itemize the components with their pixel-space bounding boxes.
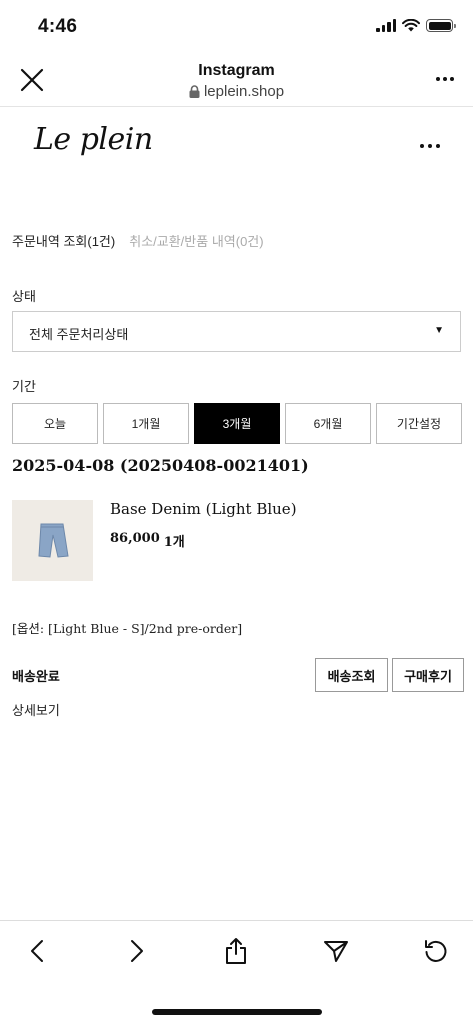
lock-icon [189,85,200,98]
status-time: 4:46 [38,16,78,37]
share-icon [226,938,246,964]
order-date[interactable]: 2025-04-08 (20250408-0021401) [12,456,309,475]
product-name[interactable]: Base Denim (Light Blue) [110,500,297,518]
period-3month-button[interactable]: 3개월 [194,403,280,444]
site-menu-button[interactable] [419,136,441,149]
browser-url: leplein.shop [110,83,363,100]
order-tabs: 주문내역 조회(1건) 취소/교환/반품 내역(0건) [12,231,264,250]
period-today-button[interactable]: 오늘 [12,403,98,444]
more-icon [436,77,454,81]
product-price-row: 86,000 1개 [110,531,185,550]
wifi-icon [402,19,420,32]
product-price: 86,000 [110,531,160,546]
product-image[interactable] [12,500,93,581]
reload-icon [425,940,447,962]
period-1month-button[interactable]: 1개월 [103,403,189,444]
tab-order-history[interactable]: 주문내역 조회(1건) [12,231,115,250]
back-icon [31,940,43,962]
send-button[interactable] [316,933,356,969]
share-button[interactable] [216,933,256,969]
signal-icon [376,19,396,32]
status-select[interactable]: 전체 주문처리상태 ▼ [12,311,461,352]
dropdown-arrow-icon: ▼ [434,325,444,336]
home-indicator[interactable] [152,1009,322,1015]
jeans-icon [38,523,69,558]
status-bar: 4:46 [0,0,473,52]
period-label: 기간 [12,379,36,394]
browser-toolbar [0,920,473,1024]
tab-cancel-history[interactable]: 취소/교환/반품 내역(0건) [129,231,263,250]
period-6month-button[interactable]: 6개월 [285,403,371,444]
close-icon [20,68,44,92]
status-label: 상태 [12,289,36,304]
track-delivery-button[interactable]: 배송조회 [315,658,388,692]
product-option: [옵션: [Light Blue - S]/2nd pre-order] [12,621,243,636]
forward-icon [131,940,143,962]
detail-link[interactable]: 상세보기 [12,700,60,719]
close-button[interactable] [14,62,50,98]
browser-title: Instagram [198,62,275,79]
battery-icon [426,19,456,32]
site-logo[interactable]: Le plein [34,122,153,157]
back-button[interactable] [17,933,57,969]
header-center: Instagram leplein.shop [110,62,363,100]
period-buttons: 오늘 1개월 3개월 6개월 기간설정 [12,403,462,444]
delivery-status: 배송완료 [12,669,60,684]
status-select-value: 전체 주문처리상태 [29,327,129,342]
url-text: leplein.shop [203,83,285,100]
browser-header: Instagram leplein.shop [0,52,473,107]
product-quantity: 1개 [163,535,185,550]
reload-button[interactable] [416,933,456,969]
period-custom-button[interactable]: 기간설정 [376,403,462,444]
status-icons [376,19,456,32]
forward-button[interactable] [117,933,157,969]
more-icon [420,144,440,148]
browser-more-button[interactable] [435,64,455,86]
send-icon [324,941,348,962]
write-review-button[interactable]: 구매후기 [392,658,464,692]
